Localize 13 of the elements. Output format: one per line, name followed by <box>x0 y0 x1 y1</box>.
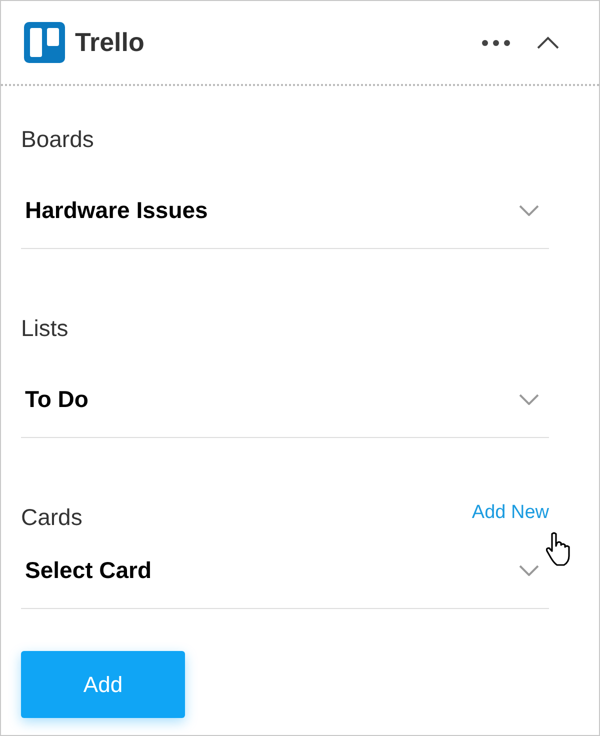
collapse-icon[interactable] <box>537 36 559 49</box>
chevron-down-icon <box>519 205 539 216</box>
dropdown[interactable]: Hardware Issues <box>21 173 549 249</box>
logo-icon <box>24 22 65 63</box>
dropdown[interactable]: Select Card <box>21 533 549 609</box>
field-label: Lists <box>21 314 68 343</box>
dropdown[interactable]: To Do <box>21 362 549 438</box>
more-icon[interactable] <box>481 38 511 46</box>
chevron-down-icon <box>519 565 539 576</box>
field-label: Cards <box>21 502 82 532</box>
field-label: Boards <box>21 124 94 154</box>
app-title: Trello <box>75 26 144 59</box>
chevron-down-icon <box>519 394 539 405</box>
